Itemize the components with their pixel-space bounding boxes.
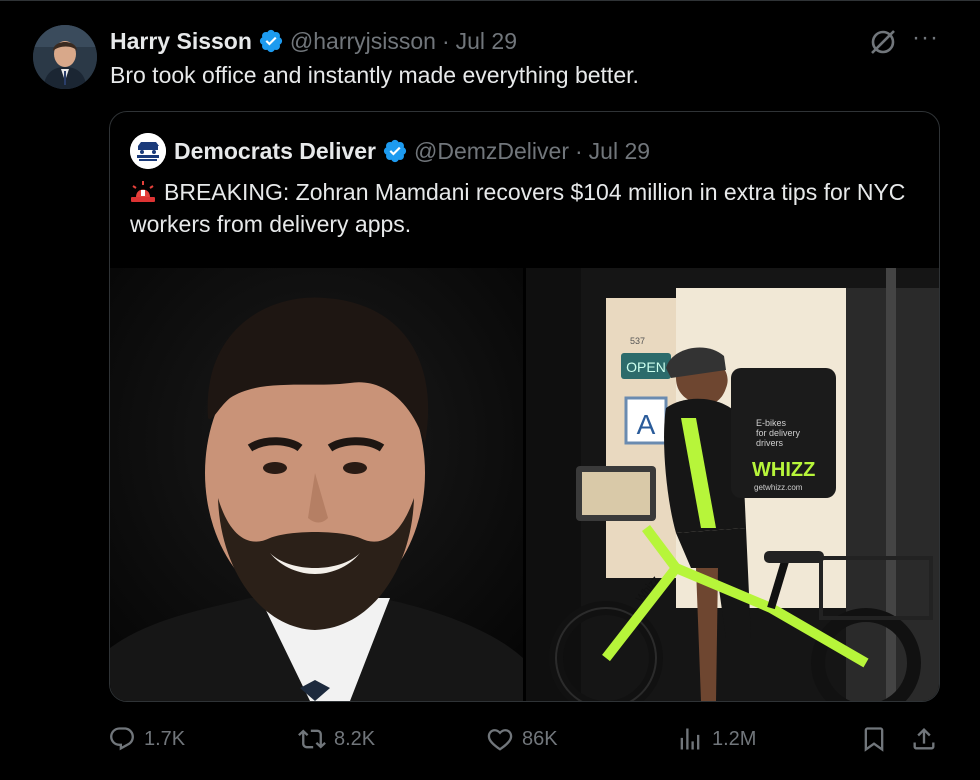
like-button[interactable]: 86K bbox=[486, 722, 558, 756]
tweet-header: Harry Sisson @harryjsisson · Jul 29 bbox=[110, 26, 517, 56]
open-sign: OPEN bbox=[626, 359, 666, 375]
tweet-date[interactable]: Jul 29 bbox=[456, 28, 517, 55]
quoted-handle[interactable]: @DemzDeliver bbox=[414, 138, 569, 165]
author-handle[interactable]: @harryjsisson bbox=[290, 28, 436, 55]
verified-badge-icon bbox=[259, 29, 283, 53]
reply-button[interactable]: 1.7K bbox=[108, 722, 185, 756]
bag-text-3: drivers bbox=[756, 438, 784, 448]
address-number: 537 bbox=[630, 336, 645, 346]
author-name[interactable]: Harry Sisson bbox=[110, 28, 252, 55]
quoted-author-avatar[interactable] bbox=[130, 133, 166, 169]
delivery-worker-photo[interactable]: OPEN 537 A E-bikes for delivery drivers … bbox=[526, 268, 939, 701]
reply-count: 1.7K bbox=[144, 727, 186, 750]
quoted-header: Democrats Deliver @DemzDeliver · Jul 29 bbox=[174, 136, 650, 166]
repost-icon bbox=[298, 729, 326, 749]
reply-icon bbox=[110, 727, 134, 751]
tweet-text: Bro took office and instantly made every… bbox=[110, 62, 639, 88]
portrait-photo[interactable] bbox=[110, 268, 523, 701]
bookmark-icon bbox=[864, 727, 884, 752]
quoted-tweet[interactable]: Democrats Deliver @DemzDeliver · Jul 29 … bbox=[109, 111, 940, 702]
views-count: 1.2M bbox=[712, 727, 757, 750]
bag-brand: WHIZZ bbox=[752, 459, 815, 481]
bag-url: getwhizz.com bbox=[754, 483, 803, 492]
repost-button[interactable]: 8.2K bbox=[298, 722, 375, 756]
heart-icon bbox=[487, 729, 513, 751]
views-chart-icon bbox=[680, 728, 700, 750]
grok-icon[interactable] bbox=[868, 27, 898, 57]
separator-dot: · bbox=[441, 27, 450, 54]
grade-sign: A bbox=[637, 409, 656, 440]
separator-dot: · bbox=[574, 137, 583, 164]
share-icon bbox=[913, 728, 935, 750]
siren-emoji-icon bbox=[131, 181, 155, 202]
like-count: 86K bbox=[522, 727, 558, 750]
action-bar: 1.7K 8.2K 86K 1.2M bbox=[108, 722, 938, 756]
verified-badge-icon bbox=[383, 139, 407, 163]
bag-text-2: for delivery bbox=[756, 428, 801, 438]
bag-text-1: E-bikes bbox=[756, 418, 787, 428]
divider bbox=[0, 0, 980, 1]
quoted-author-name[interactable]: Democrats Deliver bbox=[174, 138, 376, 165]
quoted-text: BREAKING: Zohran Mamdani recovers $104 m… bbox=[130, 179, 906, 237]
quoted-media[interactable]: OPEN 537 A E-bikes for delivery drivers … bbox=[110, 268, 939, 701]
repost-count: 8.2K bbox=[334, 727, 376, 750]
share-button[interactable] bbox=[910, 722, 938, 756]
quoted-date[interactable]: Jul 29 bbox=[589, 138, 650, 165]
bookmark-button[interactable] bbox=[860, 722, 888, 756]
more-options-icon[interactable]: ··· bbox=[912, 24, 939, 52]
quoted-text-block: BREAKING: Zohran Mamdani recovers $104 m… bbox=[130, 176, 920, 240]
author-avatar[interactable] bbox=[33, 25, 97, 89]
views-button[interactable]: 1.2M bbox=[676, 722, 756, 756]
